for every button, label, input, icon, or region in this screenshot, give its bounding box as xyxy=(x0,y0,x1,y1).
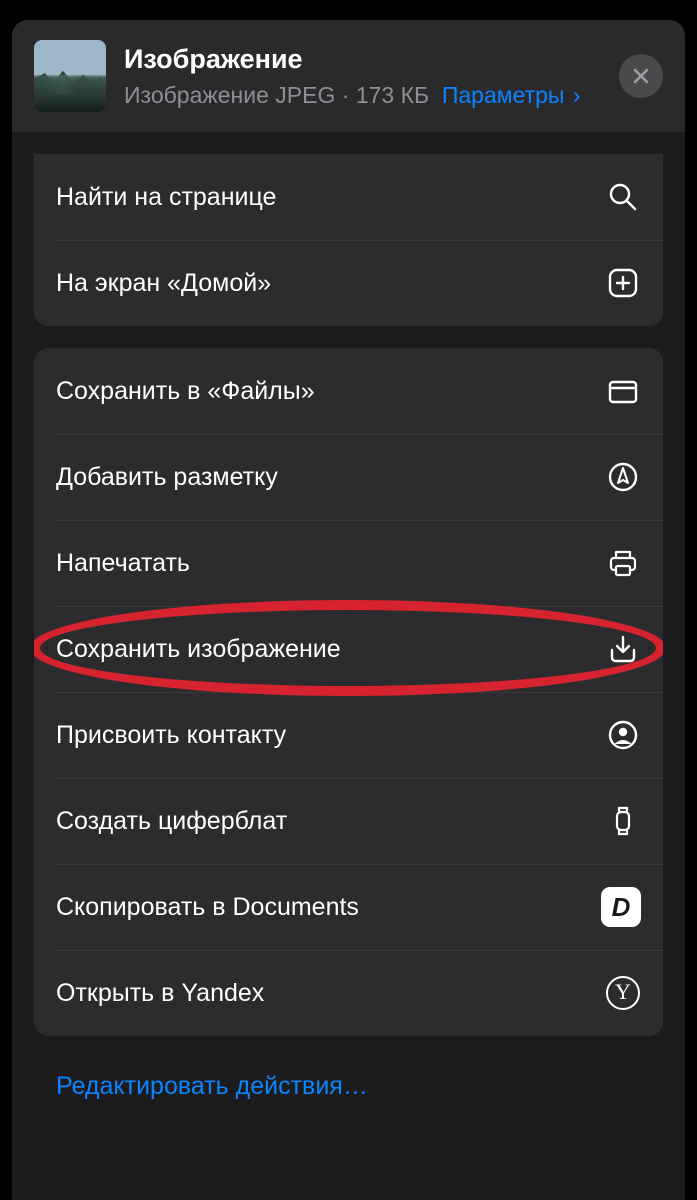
sheet-header: Изображение Изображение JPEG · 173 КБ Па… xyxy=(12,20,685,132)
chevron-right-icon: › xyxy=(573,82,581,109)
header-text: Изображение Изображение JPEG · 173 КБ Па… xyxy=(124,43,607,108)
action-copy-to-documents[interactable]: Скопировать в Documents D xyxy=(34,864,663,950)
header-title: Изображение xyxy=(124,43,607,75)
share-sheet: Изображение Изображение JPEG · 173 КБ Па… xyxy=(12,20,685,1200)
person-circle-icon xyxy=(605,717,641,753)
actions-scroll[interactable]: Найти на странице На экран «Домой» xyxy=(12,132,685,1200)
printer-icon xyxy=(605,545,641,581)
watch-icon xyxy=(605,803,641,839)
action-group-1: Найти на странице На экран «Домой» xyxy=(34,154,663,326)
action-add-to-home-screen[interactable]: На экран «Домой» xyxy=(34,240,663,326)
action-label: Открыть в Yandex xyxy=(56,979,605,1008)
header-subtitle: Изображение JPEG · 173 КБ Параметры › xyxy=(124,82,607,109)
edit-actions-link[interactable]: Редактировать действия… xyxy=(34,1058,663,1141)
folder-icon xyxy=(605,373,641,409)
plus-square-icon xyxy=(605,265,641,301)
header-file-size: 173 КБ xyxy=(356,82,429,108)
action-assign-to-contact[interactable]: Присвоить контакту xyxy=(34,692,663,778)
action-label: Создать циферблат xyxy=(56,807,605,836)
options-link[interactable]: Параметры › xyxy=(442,82,581,108)
markup-icon xyxy=(605,459,641,495)
image-thumbnail xyxy=(34,40,106,112)
header-file-type: Изображение JPEG xyxy=(124,82,335,108)
action-open-in-yandex[interactable]: Открыть в Yandex Y xyxy=(34,950,663,1036)
close-button[interactable] xyxy=(619,54,663,98)
action-find-on-page[interactable]: Найти на странице xyxy=(34,154,663,240)
download-icon xyxy=(605,631,641,667)
action-label: Сохранить изображение xyxy=(56,635,605,664)
action-save-image[interactable]: Сохранить изображение xyxy=(34,606,663,692)
action-markup[interactable]: Добавить разметку xyxy=(34,434,663,520)
documents-app-icon: D xyxy=(601,887,641,927)
action-save-to-files[interactable]: Сохранить в «Файлы» xyxy=(34,348,663,434)
action-group-2: Сохранить в «Файлы» Добавить разметку На… xyxy=(34,348,663,1036)
close-icon xyxy=(631,66,651,86)
action-label: Напечатать xyxy=(56,549,605,578)
action-label: Найти на странице xyxy=(56,183,605,212)
yandex-app-icon: Y xyxy=(605,975,641,1011)
action-label: На экран «Домой» xyxy=(56,269,605,298)
action-print[interactable]: Напечатать xyxy=(34,520,663,606)
action-label: Скопировать в Documents xyxy=(56,893,601,922)
action-label: Сохранить в «Файлы» xyxy=(56,377,605,406)
action-create-watch-face[interactable]: Создать циферблат xyxy=(34,778,663,864)
search-icon xyxy=(605,179,641,215)
action-label: Присвоить контакту xyxy=(56,721,605,750)
action-label: Добавить разметку xyxy=(56,463,605,492)
